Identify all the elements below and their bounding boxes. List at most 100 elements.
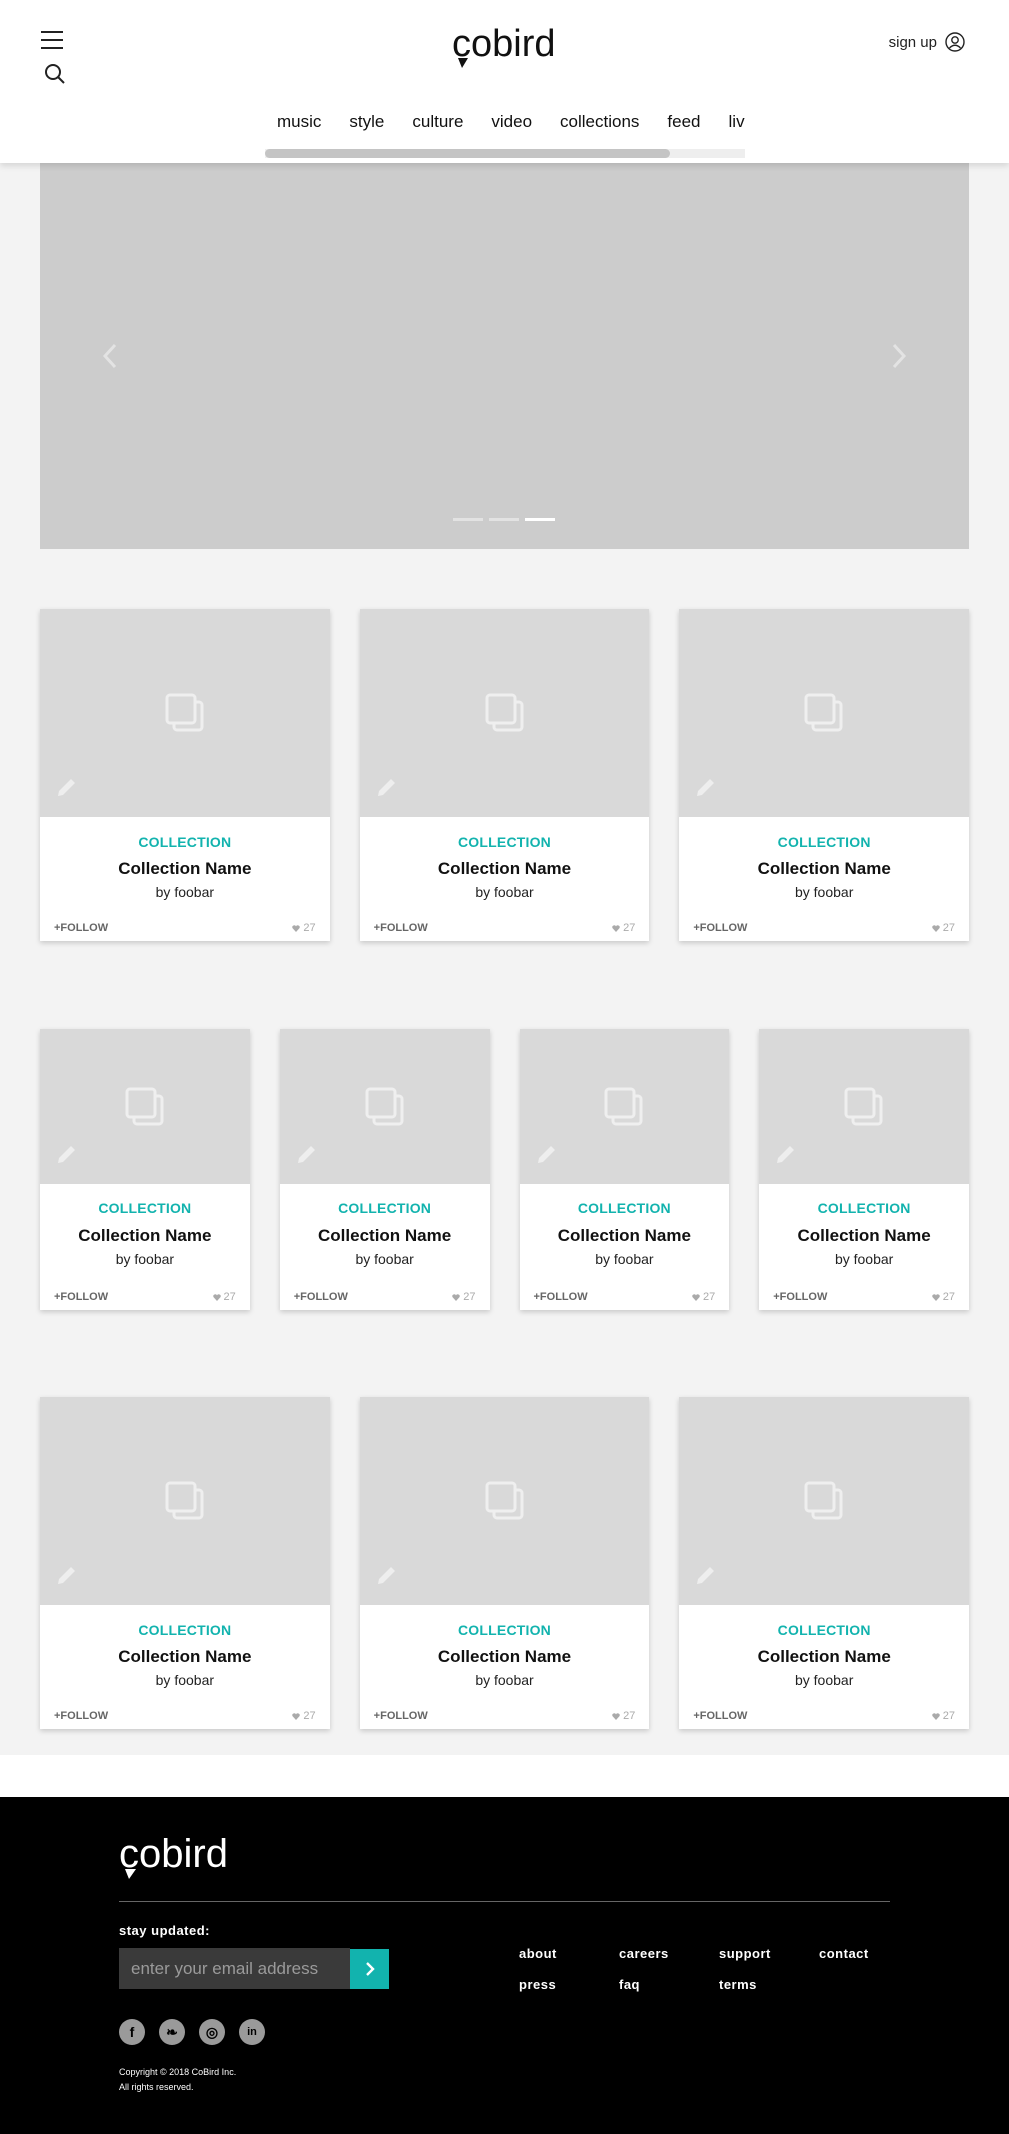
nav-item-collections[interactable]: collections [560, 112, 639, 132]
collection-thumbnail[interactable] [359, 1397, 650, 1605]
likes-counter[interactable]: 27 [292, 922, 316, 934]
collection-name[interactable]: Collection Name [520, 1226, 730, 1246]
edit-pencil-icon[interactable] [55, 1563, 79, 1587]
collection-card[interactable]: COLLECTION Collection Name by foobar +FOLLO… [679, 609, 970, 941]
edit-pencil-icon[interactable] [55, 775, 79, 799]
follow-button[interactable]: +FOLLOW [534, 1291, 588, 1303]
likes-counter[interactable]: 27 [292, 1710, 316, 1722]
follow-button[interactable]: +FOLLOW [374, 1710, 428, 1722]
likes-counter[interactable]: 27 [932, 1710, 955, 1722]
twitter-icon[interactable]: ❧ [159, 2019, 185, 2045]
follow-button[interactable]: +FOLLOW [773, 1291, 827, 1303]
follow-button[interactable]: +FOLLOW [374, 922, 428, 934]
nav-scrollbar[interactable] [265, 149, 670, 158]
follow-button[interactable]: +FOLLOW [294, 1291, 348, 1303]
follow-button[interactable]: +FOLLOW [54, 922, 108, 934]
collection-author[interactable]: by foobar [759, 1251, 969, 1267]
follow-button[interactable]: +FOLLOW [54, 1291, 108, 1303]
nav-item-video[interactable]: video [491, 112, 532, 132]
search-icon[interactable] [44, 63, 66, 85]
collection-name[interactable]: Collection Name [40, 1226, 250, 1246]
follow-button[interactable]: +FOLLOW [54, 1710, 108, 1722]
collection-card[interactable]: COLLECTION Collection Name by foobar +FOLLO… [519, 1029, 730, 1310]
nav-item-music[interactable]: music [277, 112, 321, 132]
nav-item-live[interactable]: live [729, 112, 745, 132]
collection-author[interactable]: by foobar [679, 884, 969, 900]
edit-pencil-icon[interactable] [694, 775, 718, 799]
collection-author[interactable]: by foobar [40, 1672, 330, 1688]
likes-counter[interactable]: 27 [932, 922, 955, 934]
likes-counter[interactable]: 27 [932, 1291, 955, 1303]
collection-thumbnail[interactable] [519, 1029, 730, 1184]
follow-button[interactable]: +FOLLOW [693, 1710, 747, 1722]
follow-button[interactable]: +FOLLOW [693, 922, 747, 934]
collection-name[interactable]: Collection Name [360, 859, 650, 879]
edit-pencil-icon[interactable] [694, 1563, 718, 1587]
likes-counter[interactable]: 27 [452, 1291, 476, 1303]
likes-counter[interactable]: 27 [612, 1710, 635, 1722]
sign-up-link[interactable]: sign up [889, 32, 965, 52]
edit-pencil-icon[interactable] [375, 1563, 399, 1587]
collection-thumbnail[interactable] [40, 609, 330, 817]
collection-thumbnail[interactable] [40, 1029, 250, 1184]
collection-author[interactable]: by foobar [40, 884, 330, 900]
footer-link-support[interactable]: support [719, 1946, 819, 1961]
email-input[interactable] [119, 1948, 350, 1989]
collection-author[interactable]: by foobar [520, 1251, 730, 1267]
collection-name[interactable]: Collection Name [759, 1226, 969, 1246]
footer-logo[interactable]: cobird [119, 1833, 239, 1885]
collection-name[interactable]: Collection Name [280, 1226, 490, 1246]
collection-author[interactable]: by foobar [360, 1672, 650, 1688]
collection-name[interactable]: Collection Name [40, 1647, 330, 1667]
collection-thumbnail[interactable] [40, 1397, 330, 1605]
edit-pencil-icon[interactable] [535, 1142, 559, 1166]
footer-link-careers[interactable]: careers [619, 1946, 719, 1961]
collection-card[interactable]: COLLECTION Collection Name by foobar +FOLLO… [759, 1029, 969, 1310]
edit-pencil-icon[interactable] [295, 1142, 319, 1166]
carousel-dot-1[interactable] [453, 518, 483, 521]
collection-card[interactable]: COLLECTION Collection Name by foobar +FOLLO… [40, 609, 330, 941]
collection-author[interactable]: by foobar [40, 1251, 250, 1267]
collection-name[interactable]: Collection Name [679, 859, 969, 879]
footer-link-terms[interactable]: terms [719, 1977, 819, 1992]
collection-card[interactable]: COLLECTION Collection Name by foobar +FOLLO… [359, 609, 650, 941]
likes-counter[interactable]: 27 [692, 1291, 715, 1303]
nav-item-style[interactable]: style [349, 112, 384, 132]
collection-card[interactable]: COLLECTION Collection Name by foobar +FOLLO… [279, 1029, 490, 1310]
collection-thumbnail[interactable] [279, 1029, 490, 1184]
collection-thumbnail[interactable] [359, 609, 650, 817]
likes-counter[interactable]: 27 [212, 1291, 236, 1303]
footer-link-press[interactable]: press [519, 1977, 619, 1992]
collection-thumbnail[interactable] [759, 1029, 969, 1184]
carousel-dot-3[interactable] [525, 518, 555, 521]
collection-author[interactable]: by foobar [360, 884, 650, 900]
site-logo[interactable]: cobird [452, 20, 560, 72]
collection-card[interactable]: COLLECTION Collection Name by foobar +FOLLO… [40, 1397, 330, 1729]
carousel-next-icon[interactable] [887, 341, 911, 371]
collection-author[interactable]: by foobar [679, 1672, 969, 1688]
footer-link-faq[interactable]: faq [619, 1977, 719, 1992]
edit-pencil-icon[interactable] [55, 1142, 79, 1166]
collection-name[interactable]: Collection Name [360, 1647, 650, 1667]
subscribe-button[interactable] [350, 1949, 389, 1989]
footer-link-contact[interactable]: contact [819, 1946, 919, 1961]
carousel-prev-icon[interactable] [98, 341, 122, 371]
collection-card[interactable]: COLLECTION Collection Name by foobar +FOLLO… [679, 1397, 970, 1729]
collection-card[interactable]: COLLECTION Collection Name by foobar +FOLLO… [40, 1029, 250, 1310]
likes-counter[interactable]: 27 [612, 922, 635, 934]
hero-carousel[interactable] [40, 163, 969, 549]
footer-link-about[interactable]: about [519, 1946, 619, 1961]
nav-item-feed[interactable]: feed [667, 112, 700, 132]
carousel-dot-2[interactable] [489, 518, 519, 521]
collection-author[interactable]: by foobar [280, 1251, 490, 1267]
edit-pencil-icon[interactable] [375, 775, 399, 799]
collection-thumbnail[interactable] [679, 609, 970, 817]
linkedin-icon[interactable]: in [239, 2019, 265, 2045]
facebook-icon[interactable]: f [119, 2019, 145, 2045]
menu-icon[interactable] [41, 31, 63, 49]
collection-thumbnail[interactable] [679, 1397, 970, 1605]
nav-item-culture[interactable]: culture [412, 112, 463, 132]
collection-name[interactable]: Collection Name [40, 859, 330, 879]
collection-name[interactable]: Collection Name [679, 1647, 969, 1667]
edit-pencil-icon[interactable] [774, 1142, 798, 1166]
